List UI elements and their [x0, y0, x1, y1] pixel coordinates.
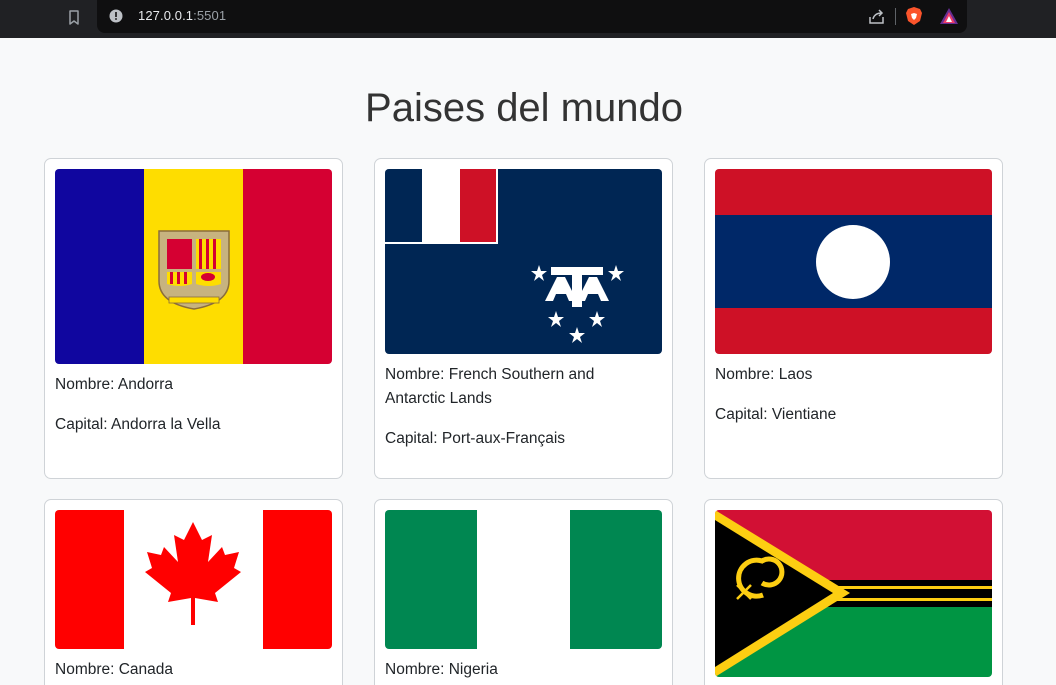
- card-body: Nombre: Andorra Capital: Andorra la Vell…: [55, 373, 325, 437]
- card-body: Nombre: Nigeria: [385, 658, 655, 682]
- toolbar-divider: [895, 8, 896, 25]
- share-icon[interactable]: [868, 8, 886, 25]
- country-name: Nombre: Laos: [715, 366, 813, 383]
- url-text[interactable]: 127.0.0.1:5501: [138, 8, 226, 23]
- country-name: Nombre: Nigeria: [385, 661, 498, 678]
- flag-image-vanuatu: [715, 510, 992, 677]
- flag-image-andorra: [55, 169, 332, 364]
- browser-toolbar: 127.0.0.1:5501: [0, 0, 1056, 38]
- coat-of-arms-icon: [158, 230, 230, 310]
- flag-image-canada: [55, 510, 332, 649]
- card-body: Nombre: Canada: [55, 658, 325, 682]
- brave-shield-icon[interactable]: [905, 6, 923, 26]
- flag-image-laos: [715, 169, 992, 354]
- country-card-andorra: Nombre: Andorra Capital: Andorra la Vell…: [44, 158, 343, 479]
- bookmark-icon[interactable]: [66, 9, 82, 27]
- card-body: Nombre: Laos Capital: Vientiane: [715, 363, 985, 427]
- flag-image-nigeria: [385, 510, 662, 649]
- country-capital: Capital: Andorra la Vella: [55, 416, 221, 433]
- country-name: Nombre: Canada: [55, 661, 174, 678]
- country-card-canada: Nombre: Canada: [44, 499, 343, 685]
- url-port: :5501: [193, 8, 227, 23]
- flag-image-french-southern-lands: [385, 169, 662, 354]
- info-icon[interactable]: [109, 9, 123, 23]
- country-name: Nombre: French Southern and Antarctic La…: [385, 366, 595, 407]
- country-card-french-southern-lands: Nombre: French Southern and Antarctic La…: [374, 158, 673, 479]
- url-host: 127.0.0.1: [138, 8, 194, 23]
- country-capital: Capital: Vientiane: [715, 406, 837, 423]
- country-card-nigeria: Nombre: Nigeria: [374, 499, 673, 685]
- country-card-vanuatu: [704, 499, 1003, 685]
- card-body: Nombre: French Southern and Antarctic La…: [385, 363, 655, 451]
- address-bar[interactable]: 127.0.0.1:5501: [97, 0, 967, 33]
- country-name: Nombre: Andorra: [55, 376, 174, 393]
- country-card-laos: Nombre: Laos Capital: Vientiane: [704, 158, 1003, 479]
- page-title: Paises del mundo: [365, 86, 683, 130]
- brave-rewards-icon[interactable]: [939, 7, 959, 25]
- country-capital: Capital: Port-aux-Français: [385, 430, 566, 447]
